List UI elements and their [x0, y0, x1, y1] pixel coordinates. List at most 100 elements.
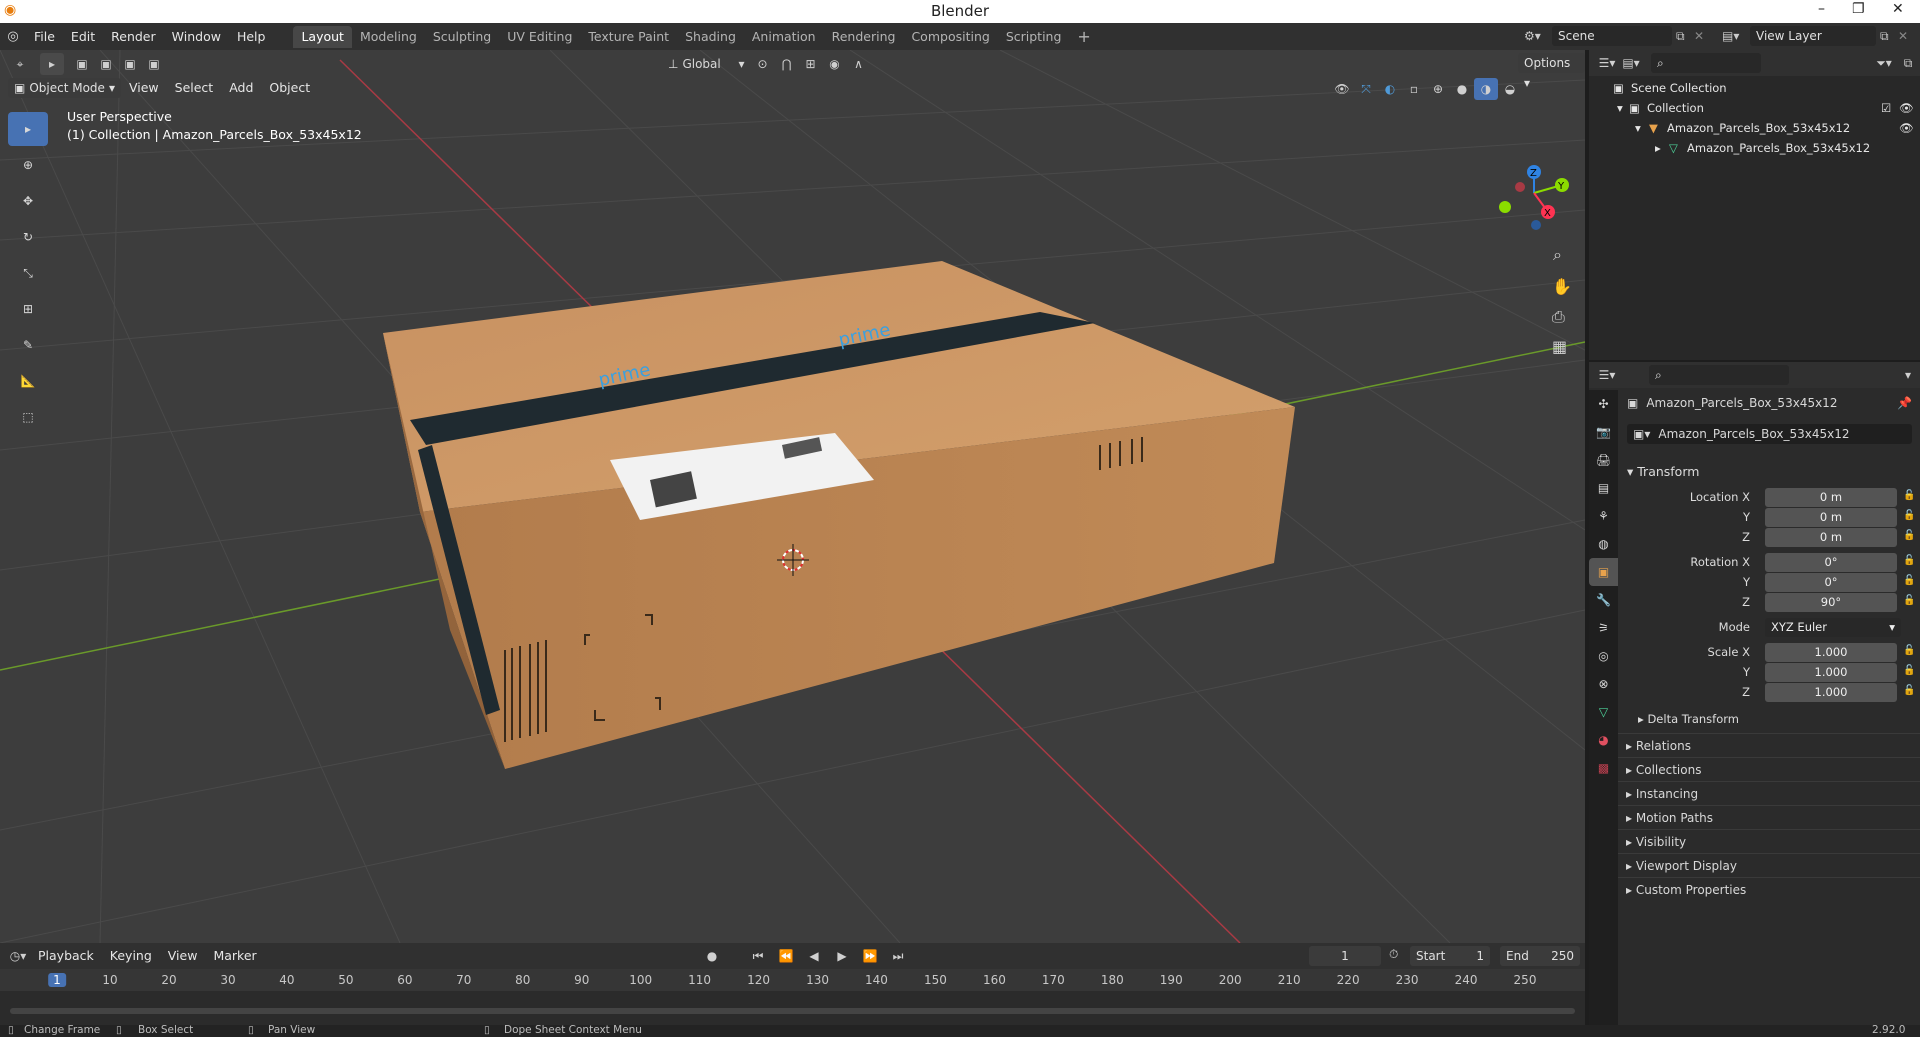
relations-panel-header[interactable]: ▸ Relations — [1618, 733, 1920, 757]
shading-wireframe-icon[interactable]: ⊕ — [1426, 78, 1450, 100]
expand-arrow-icon[interactable]: ▸ — [1655, 138, 1661, 158]
pin-icon[interactable]: 📌 — [1897, 396, 1912, 410]
expand-arrow-icon[interactable]: ▾ — [1635, 118, 1641, 138]
motion-paths-panel-header[interactable]: ▸ Motion Paths — [1618, 805, 1920, 829]
add-cube-tool-icon[interactable]: ⬚ — [8, 400, 48, 434]
tool-tab-icon[interactable]: ✣ — [1589, 390, 1618, 418]
outliner-editor-type-icon[interactable]: ☰▾ — [1595, 52, 1619, 74]
tab-layout[interactable]: Layout — [293, 25, 352, 48]
data-tab-icon[interactable]: ▽ — [1589, 698, 1618, 726]
end-frame-field[interactable]: End 250 — [1500, 946, 1580, 966]
select-box-tool-icon[interactable]: ▸ — [8, 112, 48, 146]
scene-name-field[interactable]: Scene — [1552, 26, 1672, 46]
select-mode-new-icon[interactable]: ▣ — [70, 53, 94, 75]
viewport-menu-select[interactable]: Select — [167, 77, 222, 99]
use-preview-range-icon[interactable]: ⏱ — [1389, 947, 1398, 962]
menu-edit[interactable]: Edit — [63, 26, 103, 48]
rotation-x-field[interactable]: 0° — [1765, 553, 1897, 572]
particles-tab-icon[interactable]: ⚞ — [1589, 614, 1618, 642]
select-mode-extend-icon[interactable]: ▣ — [94, 53, 118, 75]
new-collection-icon[interactable]: ⧉ — [1896, 52, 1920, 74]
snap-target-icon[interactable]: ⊞ — [798, 53, 822, 75]
object-tab-icon[interactable]: ▣ — [1589, 558, 1618, 586]
collections-panel-header[interactable]: ▸ Collections — [1618, 757, 1920, 781]
outliner-row-collection[interactable]: ▾ ▣ Collection ☑ 👁 — [1589, 98, 1920, 118]
timeline-menu-playback[interactable]: Playback — [30, 945, 102, 967]
delete-scene-icon[interactable]: ✕ — [1694, 29, 1712, 43]
menu-window[interactable]: Window — [164, 26, 229, 48]
lock-icon[interactable]: 🔓 — [1903, 575, 1915, 586]
outliner-search-input[interactable]: ⌕ — [1651, 53, 1761, 73]
transform-panel-header[interactable]: ▾ Transform — [1627, 464, 1699, 479]
expand-arrow-icon[interactable]: ▾ — [1617, 98, 1623, 118]
proportional-edit-icon[interactable]: ◉ — [822, 53, 846, 75]
restore-icon[interactable]: ❐ — [1852, 1, 1865, 17]
pan-hand-icon[interactable]: ✋ — [1552, 277, 1572, 296]
blender-menu-icon[interactable]: ◎ — [0, 29, 26, 44]
next-keyframe-icon[interactable]: ⏩ — [858, 945, 882, 967]
physics-tab-icon[interactable]: ◎ — [1589, 642, 1618, 670]
minimize-icon[interactable]: – — [1818, 1, 1825, 17]
jump-start-icon[interactable]: ⏮ — [746, 945, 770, 967]
transform-tool-icon[interactable]: ⊞ — [8, 292, 48, 326]
output-tab-icon[interactable]: 🖨 — [1589, 446, 1618, 474]
zoom-icon[interactable]: ⌕ — [1553, 245, 1562, 264]
editor-type-icon[interactable]: ⌖ — [8, 53, 32, 75]
scale-x-field[interactable]: 1.000 — [1765, 643, 1897, 662]
snap-icon[interactable]: ⋂ — [774, 53, 798, 75]
measure-tool-icon[interactable]: 📐 — [8, 364, 48, 398]
object-datablock-field[interactable]: ▣▾ Amazon_Parcels_Box_53x45x12 — [1627, 424, 1912, 444]
properties-editor[interactable]: ☰▾ ⌕ ▾ ✣ 📷 🖨 ▤ ⚘ ◍ ▣ 🔧 ⚞ ◎ ⊗ ▽ ◕ ▩ ▣ Ama… — [1589, 362, 1920, 1025]
falloff-icon[interactable]: ∧ — [846, 53, 870, 75]
chevron-down-icon[interactable]: ▾ — [1896, 364, 1920, 386]
pivot-point-icon[interactable]: ⊙ — [750, 53, 774, 75]
texture-tab-icon[interactable]: ▩ — [1589, 754, 1618, 782]
lock-icon[interactable]: 🔓 — [1903, 645, 1915, 656]
world-tab-icon[interactable]: ◍ — [1589, 530, 1618, 558]
move-tool-icon[interactable]: ✥ — [8, 184, 48, 218]
viewport-display-panel-header[interactable]: ▸ Viewport Display — [1618, 853, 1920, 877]
rotation-mode-dropdown[interactable]: XYZ Euler ▾ — [1765, 618, 1901, 637]
timeline-menu-keying[interactable]: Keying — [102, 945, 160, 967]
tab-sculpting[interactable]: Sculpting — [425, 26, 499, 48]
tab-uv-editing[interactable]: UV Editing — [499, 26, 580, 48]
xray-icon[interactable]: ▫ — [1402, 78, 1426, 100]
exclude-checkbox-icon[interactable]: ☑ — [1881, 98, 1891, 118]
delta-transform-subpanel[interactable]: ▸ Delta Transform — [1638, 712, 1739, 726]
shading-material-icon[interactable]: ◑ — [1474, 78, 1498, 100]
location-x-field[interactable]: 0 m — [1765, 488, 1897, 507]
menu-file[interactable]: File — [26, 26, 63, 48]
modifier-tab-icon[interactable]: 🔧 — [1589, 586, 1618, 614]
jump-end-icon[interactable]: ⏭ — [886, 945, 910, 967]
menu-help[interactable]: Help — [229, 26, 274, 48]
visibility-eye-icon[interactable]: 👁 — [1899, 118, 1914, 138]
rotation-y-field[interactable]: 0° — [1765, 573, 1897, 592]
visibility-eye-icon[interactable]: 👁 — [1899, 98, 1914, 118]
record-icon[interactable]: ● — [700, 945, 724, 967]
rotation-z-field[interactable]: 90° — [1765, 593, 1897, 612]
shading-solid-icon[interactable]: ● — [1450, 78, 1474, 100]
viewport-menu-view[interactable]: View — [121, 77, 167, 99]
select-mode-subtract-icon[interactable]: ▣ — [118, 53, 142, 75]
scale-tool-icon[interactable]: ⤡ — [8, 256, 48, 290]
menu-render[interactable]: Render — [103, 26, 164, 48]
tab-scripting[interactable]: Scripting — [998, 26, 1070, 48]
timeline-editor-type-icon[interactable]: ◷▾ — [6, 945, 30, 967]
select-mode-invert-icon[interactable]: ▣ — [142, 53, 166, 75]
outliner[interactable]: ☰▾ ▤▾ ⌕ ⏷▾ ⧉ ▣ Scene Collection ▾ ▣ Coll… — [1589, 50, 1920, 360]
overlay-toggle-icon[interactable]: ◐ — [1378, 78, 1402, 100]
navigation-gizmo[interactable]: Z Y X — [1499, 165, 1569, 230]
lock-icon[interactable]: 🔓 — [1903, 665, 1915, 676]
timeline-menu-view[interactable]: View — [160, 945, 206, 967]
orientation-dropdown[interactable]: Global — [682, 57, 738, 71]
properties-editor-type-icon[interactable]: ☰▾ — [1595, 364, 1619, 386]
cursor-tool-icon[interactable]: ⊕ — [8, 148, 48, 182]
annotate-tool-icon[interactable]: ✎ — [8, 328, 48, 362]
view-layer-icon[interactable]: ▤▾ — [1722, 29, 1750, 43]
tab-rendering[interactable]: Rendering — [824, 26, 904, 48]
instancing-panel-header[interactable]: ▸ Instancing — [1618, 781, 1920, 805]
scene-icon[interactable]: ⚙▾ — [1524, 29, 1552, 43]
new-scene-icon[interactable]: ⧉ — [1676, 29, 1694, 44]
view-layer-tab-icon[interactable]: ▤ — [1589, 474, 1618, 502]
view-layer-field[interactable]: View Layer — [1750, 26, 1876, 46]
